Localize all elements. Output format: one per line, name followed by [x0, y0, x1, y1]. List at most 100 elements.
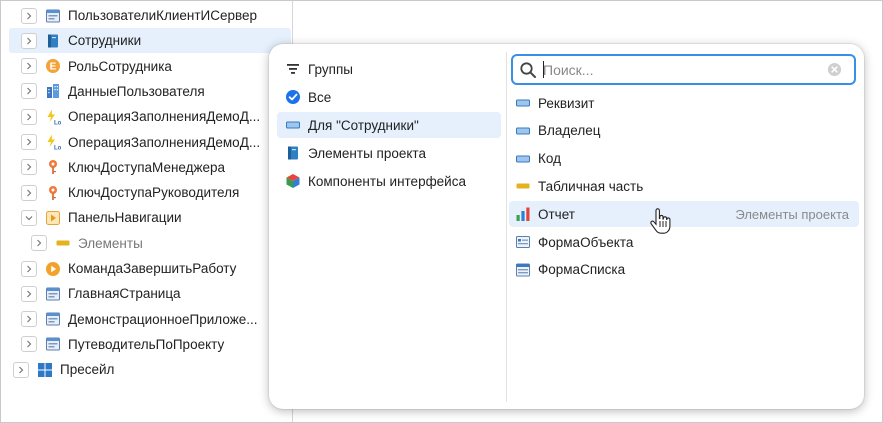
attribute-icon [285, 117, 301, 133]
tree-item-label: ПутеводительПоПроекту [68, 336, 225, 352]
tabular-part-icon [515, 178, 531, 194]
element-item-label: ФормаОбъекта [538, 234, 634, 250]
tree-item-label: ПанельНавигации [68, 210, 182, 226]
tree-item[interactable]: ПользователиКлиентИСервер [1, 3, 283, 28]
group-item[interactable]: Элементы проекта [277, 140, 501, 166]
chevron-right-icon[interactable] [13, 361, 29, 378]
window-frame: ПользователиКлиентИСервер Сотрудники E Роль… [0, 0, 883, 423]
command-play-icon [45, 261, 61, 277]
tree-item-label: ДанныеПользователя [68, 83, 205, 99]
chevron-right-icon[interactable] [31, 235, 47, 252]
catalog-book-icon [45, 33, 61, 49]
tree-item-label: КлючДоступаМенеджера [68, 159, 226, 175]
groups-header[interactable]: Группы [277, 56, 501, 82]
attribute-icon [515, 95, 531, 111]
attribute-icon [515, 151, 531, 167]
access-key-icon [45, 159, 61, 175]
tree-item[interactable]: Сотрудники [9, 28, 291, 54]
element-item[interactable]: ФормаОбъекта [509, 229, 859, 255]
form-icon [45, 336, 61, 352]
tree-item[interactable]: Пресейл [1, 357, 283, 382]
tree-item[interactable]: КлючДоступаРуководителя [1, 180, 283, 205]
tree-item-label: Сотрудники [68, 33, 142, 49]
chevron-right-icon[interactable] [21, 83, 37, 100]
svg-text:Log: Log [54, 120, 61, 125]
group-item[interactable]: Все [277, 84, 501, 110]
log-operation-icon: Log [45, 134, 61, 150]
chevron-right-icon[interactable] [21, 159, 37, 176]
chevron-right-icon[interactable] [21, 285, 37, 302]
tree-item[interactable]: Log ОперацияЗаполненияДемоД... [1, 130, 283, 155]
group-item-label: Элементы проекта [308, 145, 426, 161]
tree-item-label: КомандаЗавершитьРаботу [68, 261, 237, 276]
chevron-right-icon[interactable] [21, 336, 37, 353]
element-item-label: Реквизит [538, 95, 595, 111]
chevron-right-icon[interactable] [21, 260, 37, 277]
element-item[interactable]: ФормаСписка [509, 257, 859, 283]
enum-e-icon: E [45, 58, 61, 74]
element-group-hint: Элементы проекта [735, 206, 849, 222]
element-item-label: Владелец [538, 123, 601, 139]
nav-panel-icon [45, 210, 61, 226]
tabular-part-icon [55, 235, 71, 251]
tree-item[interactable]: ДанныеПользователя [1, 79, 283, 104]
tree-item[interactable]: Log ОперацияЗаполненияДемоД... [1, 104, 283, 129]
filter-icon [285, 61, 301, 77]
chevron-down-icon[interactable] [21, 209, 37, 226]
tree-item[interactable]: Элементы [1, 231, 283, 256]
chevron-right-icon[interactable] [21, 108, 37, 125]
element-item[interactable]: Владелец [509, 118, 859, 144]
element-item[interactable]: Код [509, 146, 859, 172]
element-item[interactable]: Табличная часть [509, 173, 859, 199]
group-item[interactable]: Компоненты интерфейса [277, 168, 501, 194]
add-element-popup: Группы Все Для "Сотрудники" Элементы проек… [269, 44, 864, 409]
chevron-right-icon[interactable] [21, 32, 37, 49]
tree-item[interactable]: ГлавнаяСтраница [1, 281, 283, 306]
search-input[interactable] [543, 61, 827, 78]
chevron-right-icon[interactable] [21, 184, 37, 201]
tree-item[interactable]: ПутеводительПоПроекту [1, 332, 283, 357]
tree-item-label: ПользователиКлиентИСервер [68, 8, 258, 23]
tree-item-label: ГлавнаяСтраница [68, 286, 181, 302]
group-item[interactable]: Для "Сотрудники" [277, 112, 501, 138]
element-item-label: Табличная часть [538, 178, 644, 194]
tree-item[interactable]: КлючДоступаМенеджера [1, 155, 283, 180]
data-building-icon [45, 83, 61, 99]
chevron-right-icon[interactable] [21, 311, 37, 328]
group-item-label: Все [308, 89, 332, 105]
access-key-icon [45, 185, 61, 201]
list-form-icon [515, 262, 531, 278]
element-item-label: Код [538, 151, 561, 167]
tree-item-label: ОперацияЗаполненияДемоД... [68, 109, 261, 125]
tree-item-label: ДемонстрационноеПриложе... [68, 311, 258, 327]
object-form-icon [515, 234, 531, 250]
tree-item[interactable]: ДемонстрационноеПриложе... [1, 307, 283, 332]
groups-header-label: Группы [308, 61, 353, 77]
attribute-icon [515, 123, 531, 139]
svg-text:E: E [50, 62, 57, 73]
chevron-right-icon[interactable] [21, 58, 37, 75]
tree-item[interactable]: ПанельНавигации [1, 205, 283, 230]
catalog-book-icon [285, 145, 301, 161]
chevron-right-icon[interactable] [21, 7, 37, 24]
chevron-right-icon[interactable] [21, 134, 37, 150]
group-item-label: Компоненты интерфейса [308, 173, 466, 189]
tree-item[interactable]: КомандаЗавершитьРаботу [1, 256, 283, 281]
element-item-label: Отчет [538, 206, 575, 222]
popup-divider [506, 52, 507, 402]
search-box[interactable] [511, 54, 856, 85]
log-operation-icon: Log [45, 109, 61, 125]
element-item[interactable]: Отчет Элементы проекта [509, 201, 859, 228]
tree-item-label: Элементы [78, 235, 143, 251]
search-icon [520, 61, 536, 78]
group-item-label: Для "Сотрудники" [308, 117, 419, 133]
tree-item-label: Пресейл [60, 362, 115, 378]
tree-item-label: ОперацияЗаполненияДемоД... [68, 134, 261, 150]
tree-item-label: РольСотрудника [68, 58, 172, 74]
check-circle-icon [285, 89, 301, 105]
svg-text:Log: Log [54, 146, 61, 151]
element-item[interactable]: Реквизит [509, 90, 859, 116]
tree-item[interactable]: E РольСотрудника [1, 54, 283, 79]
clear-search-icon[interactable] [827, 62, 842, 77]
form-icon [45, 8, 61, 24]
